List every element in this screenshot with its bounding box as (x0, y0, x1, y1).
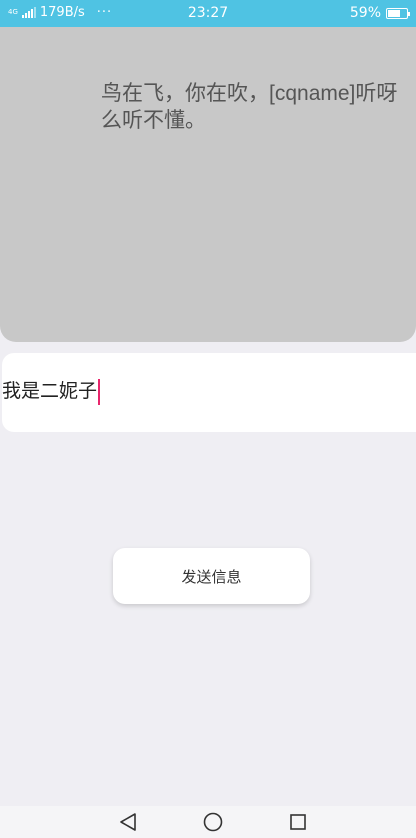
send-message-button[interactable]: 发送信息 (113, 548, 310, 604)
text-cursor (98, 379, 101, 405)
battery-icon (386, 7, 410, 19)
status-bar: 4G 179B/s ··· 23:27 59% (0, 0, 416, 27)
message-input[interactable]: 我是二妮子 (2, 353, 416, 432)
home-icon[interactable] (201, 810, 225, 834)
back-icon[interactable] (116, 810, 140, 834)
message-text: 鸟在飞，你在吹，[cqname]听呀么听不懂。 (101, 82, 398, 132)
message-card: 鸟在飞，你在吹，[cqname]听呀么听不懂。 (0, 27, 416, 342)
send-button-label: 发送信息 (181, 567, 242, 586)
navigation-bar (0, 806, 416, 838)
battery-percent: 59% (349, 5, 381, 21)
recent-apps-icon[interactable] (286, 810, 310, 834)
input-value: 我是二妮子 (2, 381, 98, 402)
